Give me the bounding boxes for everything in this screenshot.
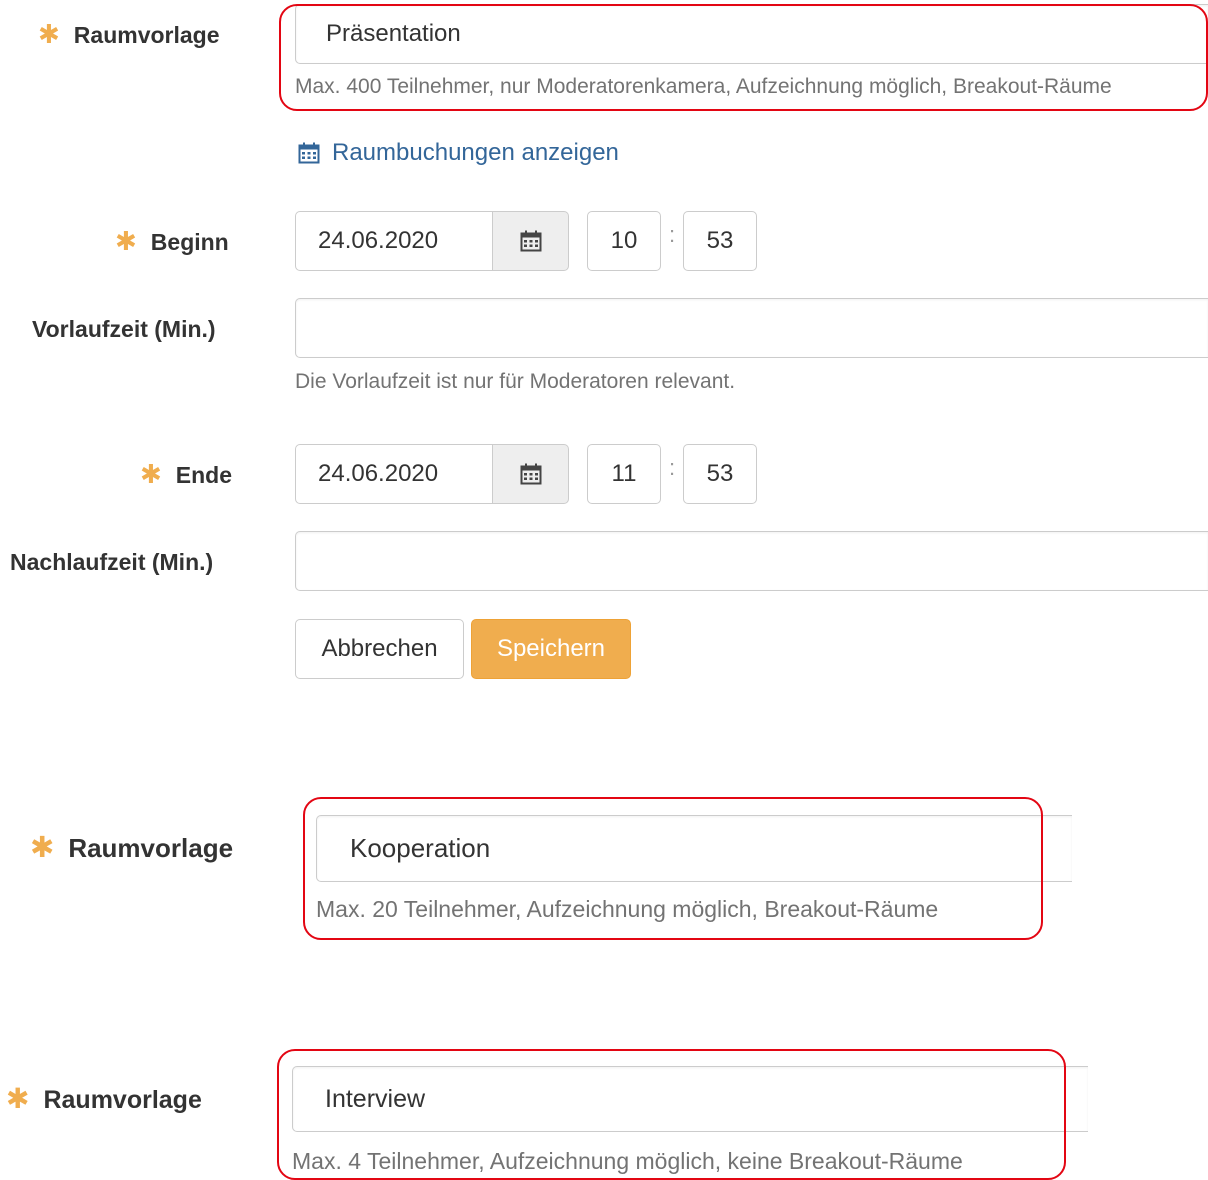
start-date-value: 24.06.2020 — [318, 227, 439, 254]
room-template-label: ✱ Raumvorlage — [38, 19, 220, 49]
start-date-picker-button[interactable] — [493, 211, 569, 271]
lead-time-input[interactable] — [295, 298, 1208, 358]
lead-time-label: Vorlaufzeit (Min.) — [32, 316, 216, 342]
end-date-input[interactable]: 24.06.2020 — [295, 444, 493, 504]
required-asterisk-icon: ✱ — [38, 19, 60, 49]
highlight-box-praesentation — [279, 4, 1208, 111]
save-button[interactable]: Speichern — [471, 619, 631, 679]
room-template-label-interview: ✱ Raumvorlage — [6, 1083, 202, 1115]
end-hour-input[interactable]: 11 — [587, 444, 661, 504]
end-minute-input[interactable]: 53 — [683, 444, 757, 504]
start-label: ✱ Beginn — [115, 226, 229, 256]
highlight-box-interview — [277, 1049, 1066, 1180]
required-asterisk-icon: ✱ — [30, 832, 55, 864]
calendar-icon — [520, 230, 541, 252]
required-asterisk-icon: ✱ — [140, 459, 162, 489]
room-bookings-link[interactable]: Raumbuchungen anzeigen — [298, 139, 619, 167]
end-date-picker-button[interactable] — [493, 444, 569, 504]
start-date-input[interactable]: 24.06.2020 — [295, 211, 493, 271]
required-asterisk-icon: ✱ — [6, 1083, 30, 1114]
start-hour-input[interactable]: 10 — [587, 211, 661, 271]
room-bookings-link-label: Raumbuchungen anzeigen — [332, 139, 619, 166]
highlight-box-kooperation — [303, 797, 1043, 940]
follow-time-input[interactable] — [295, 531, 1208, 591]
start-minute-input[interactable]: 53 — [683, 211, 757, 271]
end-date-value: 24.06.2020 — [318, 460, 439, 487]
end-label: ✱ Ende — [140, 459, 233, 489]
time-separator: : — [669, 222, 676, 247]
lead-time-help: Die Vorlaufzeit ist nur für Moderatoren … — [295, 370, 736, 393]
required-asterisk-icon: ✱ — [115, 226, 137, 256]
start-minute-value: 53 — [706, 227, 734, 254]
start-hour-value: 10 — [610, 227, 638, 254]
follow-time-label: Nachlaufzeit (Min.) — [10, 549, 214, 575]
end-minute-value: 53 — [706, 460, 734, 487]
calendar-icon — [520, 463, 541, 485]
calendar-icon — [298, 142, 320, 164]
cancel-button[interactable]: Abbrechen — [295, 619, 464, 679]
room-template-label-kooperation: ✱ Raumvorlage — [30, 832, 234, 864]
time-separator: : — [669, 455, 676, 480]
end-hour-value: 11 — [611, 460, 637, 487]
